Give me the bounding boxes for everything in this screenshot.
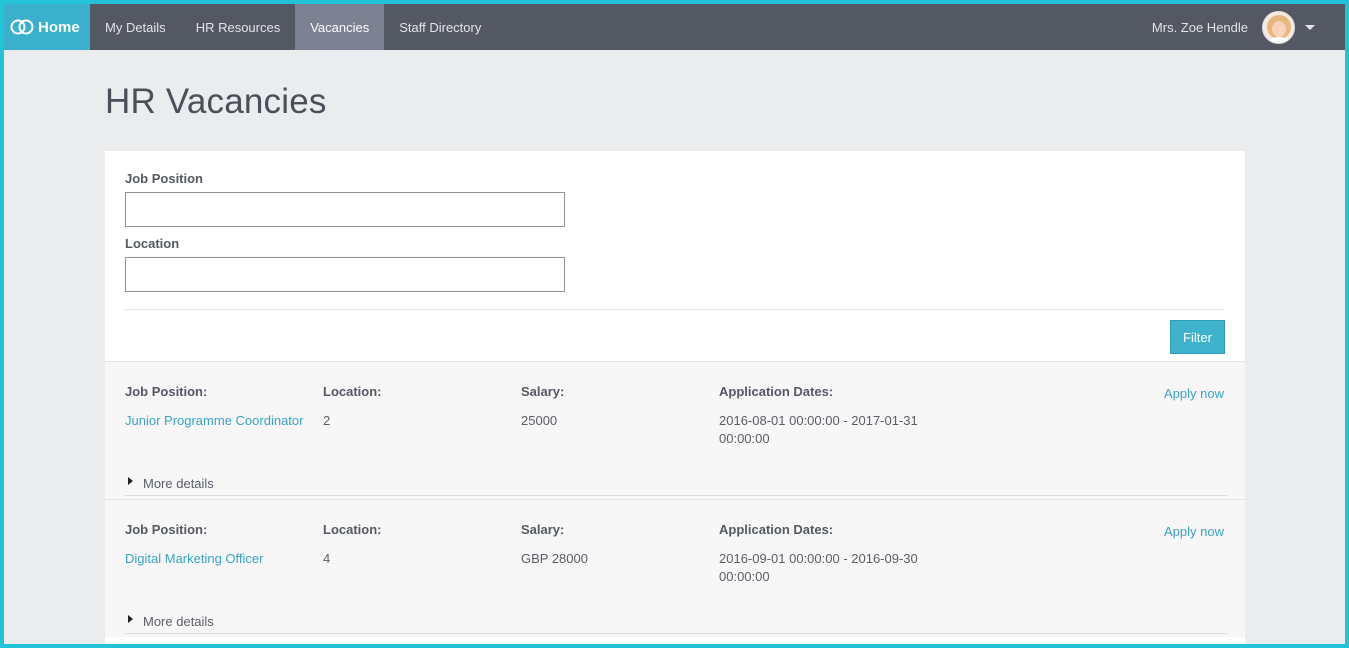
- application-dates-value: 2016-09-01 00:00:00 - 2016-09-30 00:00:0…: [719, 551, 918, 584]
- salary-value: GBP 28000: [521, 551, 588, 566]
- location-label: Location: [125, 236, 180, 251]
- job-position-header: Job Position:: [125, 384, 208, 399]
- nav-item-hr-resources[interactable]: HR Resources: [181, 4, 296, 50]
- nav-item-my-details[interactable]: My Details: [90, 4, 181, 50]
- more-details-label: More details: [143, 614, 214, 629]
- caret-right-icon: [128, 476, 133, 485]
- top-navigation: Home My Details HR Resources Vacancies S…: [4, 4, 1345, 50]
- salary-value: 25000: [521, 413, 558, 428]
- nav-item-staff-directory[interactable]: Staff Directory: [384, 4, 496, 50]
- salary-header: Salary:: [521, 384, 565, 399]
- vacancy-row: Job Position: Digital Marketing Officer …: [105, 499, 1245, 637]
- app-window: Home My Details HR Resources Vacancies S…: [4, 4, 1345, 644]
- filter-button[interactable]: Filter: [1170, 320, 1225, 354]
- apply-now-link[interactable]: Apply now: [1164, 386, 1224, 401]
- location-input[interactable]: [125, 257, 565, 292]
- nav-home[interactable]: Home: [4, 4, 90, 50]
- apply-now-link[interactable]: Apply now: [1164, 524, 1224, 539]
- location-value: 4: [323, 551, 331, 566]
- logo-icon: [10, 19, 34, 35]
- page-title: HR Vacancies: [105, 82, 327, 121]
- job-position-link[interactable]: Digital Marketing Officer: [125, 550, 263, 568]
- chevron-down-icon: [1305, 24, 1315, 30]
- location-value: 2: [323, 413, 331, 428]
- salary-header: Salary:: [521, 522, 565, 537]
- location-header: Location:: [323, 522, 382, 537]
- location-header: Location:: [323, 384, 382, 399]
- filter-form: Job Position Location Filter: [105, 151, 1245, 361]
- application-dates-value: 2016-08-01 00:00:00 - 2017-01-31 00:00:0…: [719, 413, 918, 446]
- job-position-label: Job Position: [125, 171, 203, 186]
- user-menu[interactable]: Mrs. Zoe Hendle: [1152, 4, 1315, 50]
- avatar: [1262, 10, 1295, 44]
- application-dates-header: Application Dates:: [719, 384, 834, 399]
- vacancy-row: Job Position: Junior Programme Coordinat…: [105, 361, 1245, 499]
- nav-home-label: Home: [38, 18, 80, 36]
- more-details-label: More details: [143, 476, 214, 491]
- job-position-link[interactable]: Junior Programme Coordinator: [125, 412, 303, 430]
- more-details-toggle[interactable]: More details: [125, 614, 214, 629]
- filter-divider: [125, 309, 1225, 310]
- row-divider: [125, 495, 1227, 496]
- row-divider: [125, 633, 1227, 634]
- more-details-toggle[interactable]: More details: [125, 476, 214, 491]
- job-position-header: Job Position:: [125, 522, 208, 537]
- nav-item-vacancies[interactable]: Vacancies: [295, 4, 385, 50]
- application-dates-header: Application Dates:: [719, 522, 834, 537]
- user-name: Mrs. Zoe Hendle: [1151, 19, 1248, 35]
- job-position-input[interactable]: [125, 192, 565, 227]
- vacancies-card: Job Position Location Filter Job Positio…: [105, 151, 1245, 644]
- caret-right-icon: [128, 614, 133, 623]
